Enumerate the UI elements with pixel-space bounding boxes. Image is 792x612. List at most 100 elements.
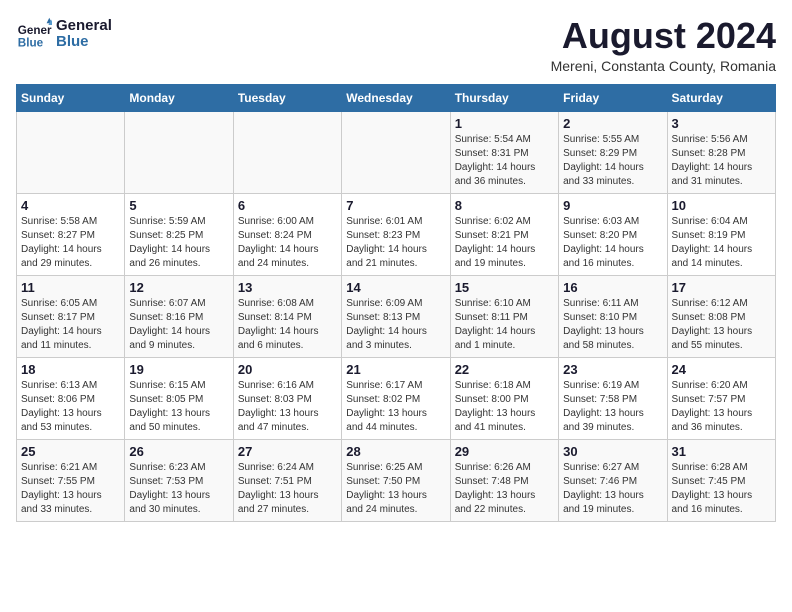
- cell-info: Sunrise: 6:00 AM Sunset: 8:24 PM Dayligh…: [238, 215, 337, 271]
- calendar-cell: 13 Sunrise: 6:08 AM Sunset: 8:14 PM Dayli…: [233, 275, 341, 357]
- calendar-cell: 7 Sunrise: 6:01 AM Sunset: 8:23 PM Daylig…: [342, 193, 450, 275]
- cell-info: Sunrise: 5:59 AM Sunset: 8:25 PM Dayligh…: [129, 215, 228, 271]
- calendar-cell: 3Sunrise: 5:56 AM Sunset: 8:28 PM Daylig…: [667, 111, 775, 193]
- calendar-cell: 4 Sunrise: 5:58 AM Sunset: 8:27 PM Daylig…: [17, 193, 125, 275]
- cell-date-number: 11: [21, 280, 120, 295]
- cell-date-number: 12: [129, 280, 228, 295]
- calendar-cell: 8 Sunrise: 6:02 AM Sunset: 8:21 PM Daylig…: [450, 193, 558, 275]
- cell-date-number: 18: [21, 362, 120, 377]
- cell-info: Sunrise: 6:17 AM Sunset: 8:02 PM Dayligh…: [346, 379, 445, 435]
- calendar-cell: 30 Sunrise: 6:27 AM Sunset: 7:46 PM Dayli…: [559, 439, 667, 521]
- calendar-cell: 21 Sunrise: 6:17 AM Sunset: 8:02 PM Dayli…: [342, 357, 450, 439]
- calendar-cell: 12 Sunrise: 6:07 AM Sunset: 8:16 PM Dayli…: [125, 275, 233, 357]
- calendar-cell: 25 Sunrise: 6:21 AM Sunset: 7:55 PM Dayli…: [17, 439, 125, 521]
- cell-date-number: 7: [346, 198, 445, 213]
- cell-info: Sunrise: 6:16 AM Sunset: 8:03 PM Dayligh…: [238, 379, 337, 435]
- calendar-cell: 31 Sunrise: 6:28 AM Sunset: 7:45 PM Dayli…: [667, 439, 775, 521]
- cell-info: Sunrise: 6:27 AM Sunset: 7:46 PM Dayligh…: [563, 461, 662, 517]
- cell-info: Sunrise: 6:19 AM Sunset: 7:58 PM Dayligh…: [563, 379, 662, 435]
- calendar-cell: 5 Sunrise: 5:59 AM Sunset: 8:25 PM Daylig…: [125, 193, 233, 275]
- calendar-header: SundayMondayTuesdayWednesdayThursdayFrid…: [17, 84, 776, 111]
- calendar-cell: 20 Sunrise: 6:16 AM Sunset: 8:03 PM Dayli…: [233, 357, 341, 439]
- cell-date-number: 30: [563, 444, 662, 459]
- weekday-header: Tuesday: [233, 84, 341, 111]
- calendar-cell: 10 Sunrise: 6:04 AM Sunset: 8:19 PM Dayli…: [667, 193, 775, 275]
- calendar-cell: [125, 111, 233, 193]
- cell-info: Sunrise: 6:01 AM Sunset: 8:23 PM Dayligh…: [346, 215, 445, 271]
- cell-date-number: 20: [238, 362, 337, 377]
- weekday-header: Friday: [559, 84, 667, 111]
- cell-date-number: 27: [238, 444, 337, 459]
- cell-date-number: 15: [455, 280, 554, 295]
- cell-date-number: 6: [238, 198, 337, 213]
- weekday-header: Wednesday: [342, 84, 450, 111]
- calendar-cell: 29Sunrise: 6:26 AM Sunset: 7:48 PM Dayli…: [450, 439, 558, 521]
- cell-date-number: 4: [21, 198, 120, 213]
- calendar-cell: 14 Sunrise: 6:09 AM Sunset: 8:13 PM Dayli…: [342, 275, 450, 357]
- calendar-cell: 6 Sunrise: 6:00 AM Sunset: 8:24 PM Daylig…: [233, 193, 341, 275]
- logo: General Blue General Blue: [16, 16, 112, 52]
- cell-info: Sunrise: 6:11 AM Sunset: 8:10 PM Dayligh…: [563, 297, 662, 353]
- cell-info: Sunrise: 6:05 AM Sunset: 8:17 PM Dayligh…: [21, 297, 120, 353]
- calendar-cell: 24 Sunrise: 6:20 AM Sunset: 7:57 PM Dayli…: [667, 357, 775, 439]
- calendar-cell: 16Sunrise: 6:11 AM Sunset: 8:10 PM Dayli…: [559, 275, 667, 357]
- cell-date-number: 13: [238, 280, 337, 295]
- cell-date-number: 31: [672, 444, 771, 459]
- calendar-cell: 18 Sunrise: 6:13 AM Sunset: 8:06 PM Dayli…: [17, 357, 125, 439]
- title-area: August 2024 Mereni, Constanta County, Ro…: [551, 16, 776, 74]
- cell-date-number: 5: [129, 198, 228, 213]
- cell-info: Sunrise: 6:20 AM Sunset: 7:57 PM Dayligh…: [672, 379, 771, 435]
- calendar-cell: 19Sunrise: 6:15 AM Sunset: 8:05 PM Dayli…: [125, 357, 233, 439]
- cell-date-number: 24: [672, 362, 771, 377]
- cell-info: Sunrise: 6:10 AM Sunset: 8:11 PM Dayligh…: [455, 297, 554, 353]
- calendar-cell: 28 Sunrise: 6:25 AM Sunset: 7:50 PM Dayli…: [342, 439, 450, 521]
- cell-date-number: 25: [21, 444, 120, 459]
- cell-date-number: 1: [455, 116, 554, 131]
- cell-info: Sunrise: 6:04 AM Sunset: 8:19 PM Dayligh…: [672, 215, 771, 271]
- main-title: August 2024: [551, 16, 776, 56]
- cell-info: Sunrise: 5:55 AM Sunset: 8:29 PM Dayligh…: [563, 133, 662, 189]
- cell-date-number: 29: [455, 444, 554, 459]
- cell-info: Sunrise: 5:54 AM Sunset: 8:31 PM Dayligh…: [455, 133, 554, 189]
- cell-info: Sunrise: 6:15 AM Sunset: 8:05 PM Dayligh…: [129, 379, 228, 435]
- svg-text:General: General: [18, 24, 52, 37]
- cell-info: Sunrise: 6:08 AM Sunset: 8:14 PM Dayligh…: [238, 297, 337, 353]
- cell-date-number: 23: [563, 362, 662, 377]
- cell-info: Sunrise: 6:09 AM Sunset: 8:13 PM Dayligh…: [346, 297, 445, 353]
- calendar-cell: 22 Sunrise: 6:18 AM Sunset: 8:00 PM Dayli…: [450, 357, 558, 439]
- header: General Blue General Blue August 2024 Me…: [16, 16, 776, 74]
- cell-date-number: 21: [346, 362, 445, 377]
- cell-date-number: 9: [563, 198, 662, 213]
- calendar-cell: 26Sunrise: 6:23 AM Sunset: 7:53 PM Dayli…: [125, 439, 233, 521]
- svg-text:Blue: Blue: [18, 37, 44, 50]
- logo-icon: General Blue: [16, 16, 52, 52]
- subtitle: Mereni, Constanta County, Romania: [551, 58, 776, 74]
- cell-info: Sunrise: 6:18 AM Sunset: 8:00 PM Dayligh…: [455, 379, 554, 435]
- cell-date-number: 17: [672, 280, 771, 295]
- cell-date-number: 10: [672, 198, 771, 213]
- cell-info: Sunrise: 6:02 AM Sunset: 8:21 PM Dayligh…: [455, 215, 554, 271]
- calendar-cell: 23 Sunrise: 6:19 AM Sunset: 7:58 PM Dayli…: [559, 357, 667, 439]
- weekday-header: Monday: [125, 84, 233, 111]
- cell-info: Sunrise: 5:58 AM Sunset: 8:27 PM Dayligh…: [21, 215, 120, 271]
- calendar-cell: 17Sunrise: 6:12 AM Sunset: 8:08 PM Dayli…: [667, 275, 775, 357]
- cell-info: Sunrise: 6:24 AM Sunset: 7:51 PM Dayligh…: [238, 461, 337, 517]
- calendar-cell: 15 Sunrise: 6:10 AM Sunset: 8:11 PM Dayli…: [450, 275, 558, 357]
- cell-date-number: 8: [455, 198, 554, 213]
- calendar-cell: 9Sunrise: 6:03 AM Sunset: 8:20 PM Daylig…: [559, 193, 667, 275]
- cell-date-number: 28: [346, 444, 445, 459]
- cell-date-number: 14: [346, 280, 445, 295]
- calendar-cell: 1 Sunrise: 5:54 AM Sunset: 8:31 PM Daylig…: [450, 111, 558, 193]
- calendar-cell: [233, 111, 341, 193]
- cell-info: Sunrise: 6:25 AM Sunset: 7:50 PM Dayligh…: [346, 461, 445, 517]
- cell-info: Sunrise: 6:28 AM Sunset: 7:45 PM Dayligh…: [672, 461, 771, 517]
- calendar-table: SundayMondayTuesdayWednesdayThursdayFrid…: [16, 84, 776, 522]
- cell-date-number: 2: [563, 116, 662, 131]
- cell-date-number: 22: [455, 362, 554, 377]
- cell-info: Sunrise: 6:13 AM Sunset: 8:06 PM Dayligh…: [21, 379, 120, 435]
- calendar-cell: 27 Sunrise: 6:24 AM Sunset: 7:51 PM Dayli…: [233, 439, 341, 521]
- cell-info: Sunrise: 6:21 AM Sunset: 7:55 PM Dayligh…: [21, 461, 120, 517]
- cell-info: Sunrise: 6:07 AM Sunset: 8:16 PM Dayligh…: [129, 297, 228, 353]
- calendar-cell: 2 Sunrise: 5:55 AM Sunset: 8:29 PM Daylig…: [559, 111, 667, 193]
- calendar-cell: [17, 111, 125, 193]
